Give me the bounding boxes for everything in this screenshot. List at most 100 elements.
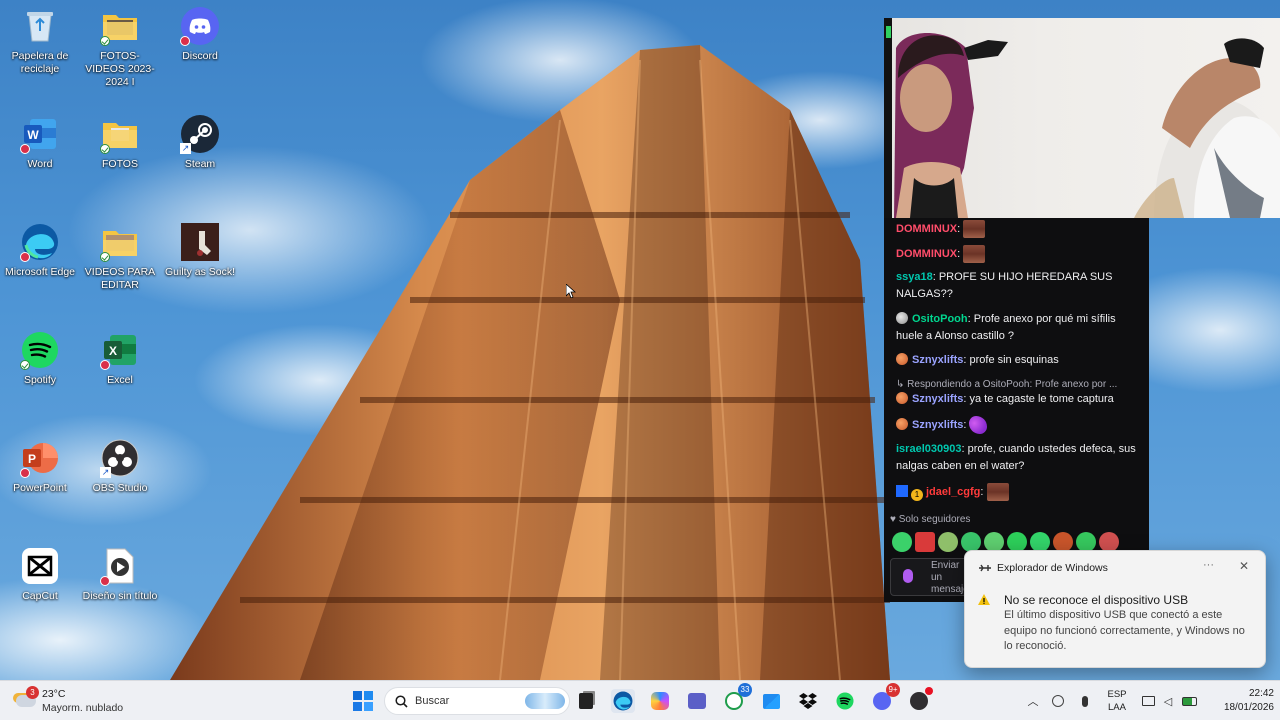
emote-option[interactable] [961, 532, 981, 552]
desktop-icon-label: PowerPoint [13, 482, 67, 494]
desktop-icon-powerpoint[interactable]: P PowerPoint [0, 438, 80, 495]
desktop-icon-capcut[interactable]: CapCut [0, 546, 80, 603]
desktop-icon-obs-studio[interactable]: ↗ OBS Studio [80, 438, 160, 495]
desktop-icon-word[interactable]: W Word [0, 114, 80, 171]
copilot-icon [651, 692, 669, 710]
toast-more-button[interactable]: ··· [1203, 559, 1214, 571]
mouse-cursor-icon [566, 284, 576, 298]
chat-username[interactable]: DOMMINUX [896, 223, 957, 235]
taskbar-teams[interactable] [685, 689, 709, 713]
chat-input[interactable]: Enviar un mensaje [890, 558, 970, 596]
obs-icon [910, 692, 928, 710]
warning-icon [978, 594, 990, 605]
toast-body: El último dispositivo USB que conectó a … [1004, 609, 1245, 652]
store-icon [762, 693, 780, 709]
desktop-icon-label: VIDEOS PARA EDITAR [84, 266, 156, 291]
chat-username[interactable]: ssya18 [896, 271, 933, 283]
taskbar-discord[interactable]: 9+ [870, 683, 900, 713]
emote-option[interactable] [892, 532, 912, 552]
toast-title: No se reconoce el dispositivo USB [1004, 593, 1189, 607]
sub-badge-icon: 1 [911, 488, 923, 501]
security-icon [1052, 695, 1064, 707]
heart-icon: ♥ [890, 514, 899, 525]
search-highlight-image [525, 693, 565, 709]
webcam-overlay [884, 18, 1280, 218]
taskbar-obs[interactable] [907, 687, 933, 713]
show-hidden-icons-button[interactable]: ︿ [1025, 693, 1041, 709]
discord-unread-badge: 9+ [886, 683, 900, 697]
sync-error-icon [100, 360, 110, 370]
chat-message: Sznyxlifts: profe sin esquinas [896, 352, 1142, 369]
usb-notification-toast[interactable]: Explorador de Windows ··· ✕ No se recono… [964, 550, 1266, 668]
taskbar-spotify[interactable] [833, 689, 857, 713]
emote-option[interactable] [1007, 532, 1027, 552]
start-button[interactable] [351, 689, 375, 713]
tray-network[interactable] [1140, 693, 1156, 709]
obs-icon: ↗ [100, 438, 140, 478]
desktop-icon-steam[interactable]: ↗ Steam [160, 114, 240, 171]
svg-text:P: P [28, 452, 36, 466]
desktop-icon-label: Excel [107, 374, 133, 386]
emote-option[interactable] [938, 532, 958, 552]
desktop-icon-guilty-as-sock[interactable]: Guilty as Sock! [160, 222, 240, 279]
chat-username[interactable]: jdael_cgfg [926, 486, 980, 498]
taskbar-store[interactable] [759, 689, 783, 713]
desktop-icon-label: FOTOS- VIDEOS 2023-2024 I [85, 50, 155, 88]
tray-battery[interactable] [1181, 693, 1197, 709]
recycle-bin-icon [20, 6, 60, 46]
emote-option[interactable] [1030, 532, 1050, 552]
taskbar-task-view[interactable] [574, 689, 598, 713]
chat-message: Sznyxlifts: [896, 416, 1142, 434]
chat-username[interactable]: OsitoPooh [912, 313, 968, 325]
emote-option[interactable] [915, 532, 935, 552]
network-icon [1141, 696, 1155, 706]
edge-icon [20, 222, 60, 262]
excel-icon: X [100, 330, 140, 370]
toast-close-button[interactable]: ✕ [1239, 559, 1249, 573]
chat-username[interactable]: DOMMINUX [896, 248, 957, 260]
tray-microphone[interactable] [1077, 693, 1093, 709]
search-box[interactable]: Buscar [384, 687, 570, 715]
chat-username[interactable]: israel030903 [896, 443, 961, 455]
taskbar-dropbox[interactable] [796, 689, 820, 713]
desktop-icon-discord[interactable]: Discord [160, 6, 240, 63]
desktop-icon-excel[interactable]: X Excel [80, 330, 160, 387]
chat-username[interactable]: Sznyxlifts [912, 393, 963, 405]
sync-ok-icon [100, 252, 110, 262]
clock[interactable]: 22:42 18/01/2026 [1204, 687, 1274, 715]
emote-option[interactable] [1053, 532, 1073, 552]
taskbar: 3 23°C Mayorm. nublado Buscar 33 9+ ︿ ES… [0, 680, 1280, 720]
vip-badge-icon [896, 484, 908, 497]
tray-security[interactable] [1050, 693, 1066, 709]
weather-description: Mayorm. nublado [42, 702, 124, 714]
tray-volume[interactable]: ◁ [1160, 693, 1176, 709]
taskbar-edge[interactable] [611, 689, 635, 713]
butterfly-emote [969, 416, 988, 434]
desktop-icon-edge[interactable]: Microsoft Edge [0, 222, 80, 279]
search-placeholder: Buscar [415, 695, 450, 707]
weather-temperature: 23°C [42, 688, 66, 700]
desktop-icon-spotify[interactable]: Spotify [0, 330, 80, 387]
desktop-icon-videos-para-editar[interactable]: VIDEOS PARA EDITAR [80, 222, 160, 292]
desktop-icon-fotos-videos[interactable]: FOTOS- VIDEOS 2023-2024 I [80, 6, 160, 89]
folder-icon [100, 222, 140, 262]
chat-username[interactable]: Sznyxlifts [912, 419, 963, 431]
desktop-icon-label: Word [27, 158, 53, 170]
desktop-icon-fotos[interactable]: FOTOS [80, 114, 160, 171]
language-indicator[interactable]: ESP LAA [1104, 688, 1130, 714]
emote-option[interactable] [984, 532, 1004, 552]
sync-error-icon [100, 576, 110, 586]
taskbar-whatsapp[interactable]: 33 [722, 683, 752, 713]
microphone-icon [1082, 695, 1088, 707]
emote-option[interactable] [1076, 532, 1096, 552]
desktop-icon-label: OBS Studio [92, 482, 148, 494]
emote-option[interactable] [1099, 532, 1119, 552]
desktop-icon-diseno-sin-titulo[interactable]: Diseño sin título [80, 546, 160, 603]
search-icon [395, 695, 408, 708]
weather-widget[interactable]: 3 23°C Mayorm. nublado [14, 686, 134, 715]
chat-message: ssya18: PROFE SU HIJO HEREDARA SUS NALGA… [896, 271, 1113, 300]
toast-app-name: Explorador de Windows [997, 562, 1108, 574]
chat-username[interactable]: Sznyxlifts [912, 354, 963, 366]
taskbar-copilot[interactable] [648, 689, 672, 713]
desktop-icon-recycle-bin[interactable]: Papelera de reciclaje [0, 6, 80, 76]
